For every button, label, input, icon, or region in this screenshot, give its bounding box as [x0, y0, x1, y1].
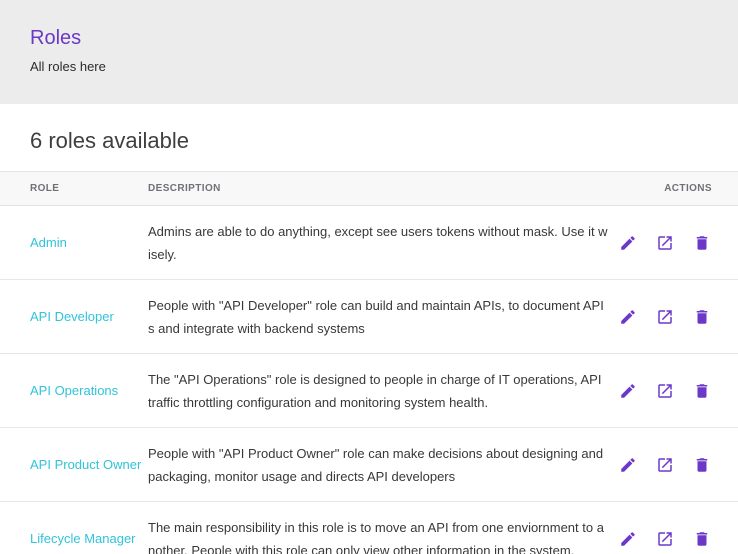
table-row: API Operations The "API Operations" role…: [0, 354, 738, 428]
delete-trash-icon: [693, 530, 711, 548]
table-row: Lifecycle Manager The main responsibilit…: [0, 502, 738, 554]
open-in-new-icon: [656, 530, 674, 548]
table-row: Admin Admins are able to do anything, ex…: [0, 206, 738, 280]
open-button[interactable]: [656, 456, 674, 474]
open-in-new-icon: [656, 382, 674, 400]
edit-pencil-icon: [619, 456, 637, 474]
delete-button[interactable]: [693, 456, 711, 474]
table-row: API Product Owner People with "API Produ…: [0, 428, 738, 502]
delete-button[interactable]: [693, 234, 711, 252]
edit-button[interactable]: [619, 456, 637, 474]
open-button[interactable]: [656, 308, 674, 326]
open-button[interactable]: [656, 234, 674, 252]
delete-trash-icon: [693, 234, 711, 252]
roles-page: Roles All roles here 6 roles available R…: [0, 0, 738, 554]
edit-button[interactable]: [619, 382, 637, 400]
role-link-api-product-owner[interactable]: API Product Owner: [30, 457, 141, 472]
edit-pencil-icon: [619, 308, 637, 326]
delete-button[interactable]: [693, 530, 711, 548]
row-actions: [608, 234, 738, 252]
delete-trash-icon: [693, 308, 711, 326]
table-header: ROLE DESCRIPTION ACTIONS: [0, 172, 738, 206]
edit-button[interactable]: [619, 234, 637, 252]
row-actions: [608, 382, 738, 400]
page-title: Roles: [30, 26, 708, 50]
delete-trash-icon: [693, 382, 711, 400]
edit-pencil-icon: [619, 382, 637, 400]
roles-table: ROLE DESCRIPTION ACTIONS Admin Admins ar…: [0, 171, 738, 554]
delete-button[interactable]: [693, 308, 711, 326]
row-actions: [608, 530, 738, 548]
page-subtitle: All roles here: [30, 59, 708, 74]
open-in-new-icon: [656, 456, 674, 474]
column-header-description: DESCRIPTION: [148, 172, 608, 206]
open-button[interactable]: [656, 530, 674, 548]
role-description: The "API Operations" role is designed to…: [148, 354, 608, 428]
open-in-new-icon: [656, 234, 674, 252]
role-link-api-operations[interactable]: API Operations: [30, 383, 118, 398]
role-description: People with "API Product Owner" role can…: [148, 428, 608, 502]
delete-trash-icon: [693, 456, 711, 474]
edit-button[interactable]: [619, 530, 637, 548]
row-actions: [608, 308, 738, 326]
role-description: Admins are able to do anything, except s…: [148, 206, 608, 280]
role-link-api-developer[interactable]: API Developer: [30, 309, 114, 324]
role-link-admin[interactable]: Admin: [30, 235, 67, 250]
role-description: People with "API Developer" role can bui…: [148, 280, 608, 354]
column-header-actions: ACTIONS: [608, 172, 738, 206]
edit-pencil-icon: [619, 530, 637, 548]
role-link-lifecycle-manager[interactable]: Lifecycle Manager: [30, 531, 136, 546]
open-button[interactable]: [656, 382, 674, 400]
page-header: Roles All roles here: [0, 0, 738, 104]
row-actions: [608, 456, 738, 474]
delete-button[interactable]: [693, 382, 711, 400]
table-row: API Developer People with "API Developer…: [0, 280, 738, 354]
edit-pencil-icon: [619, 234, 637, 252]
role-description: The main responsibility in this role is …: [148, 502, 608, 554]
edit-button[interactable]: [619, 308, 637, 326]
column-header-role: ROLE: [0, 172, 148, 206]
roles-count-heading: 6 roles available: [30, 127, 708, 154]
open-in-new-icon: [656, 308, 674, 326]
